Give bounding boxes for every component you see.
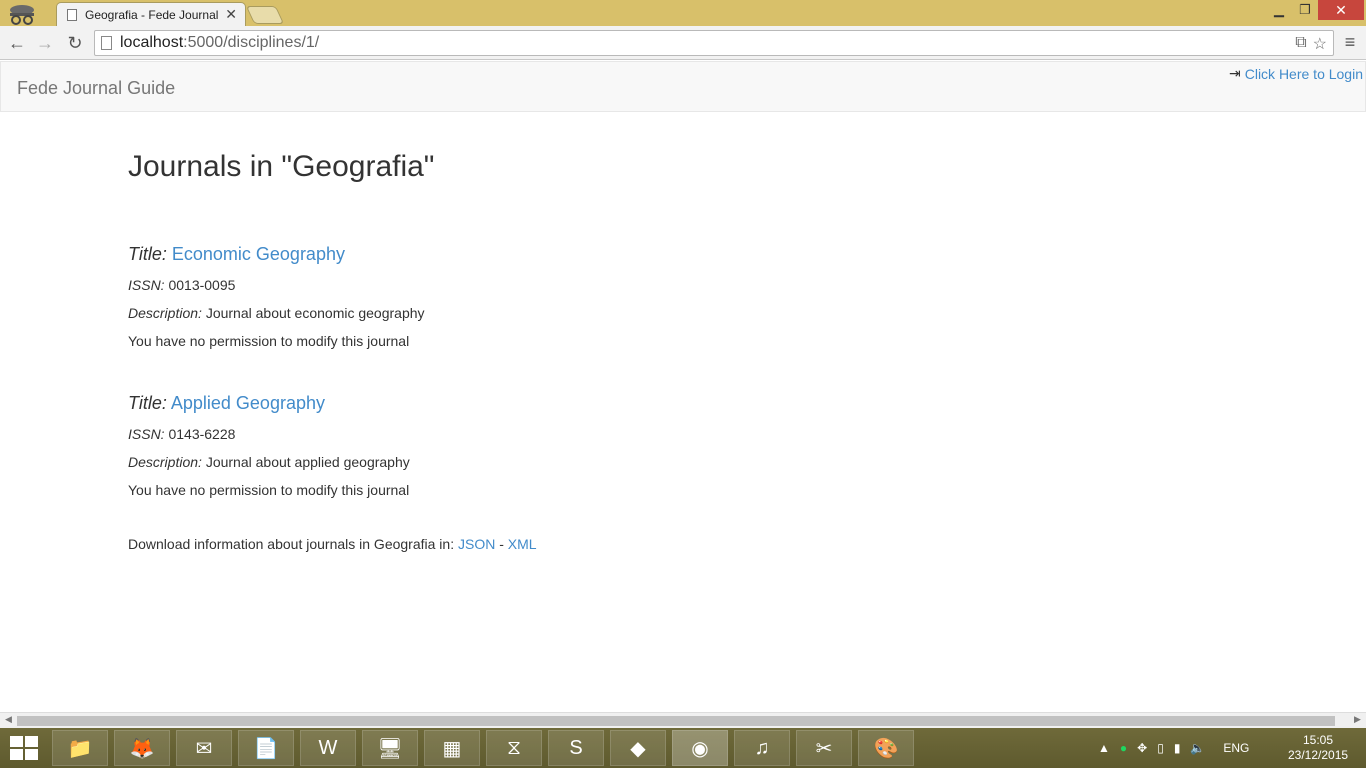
show-hidden-icons-icon[interactable]: ▲ (1098, 741, 1110, 755)
input-language[interactable]: ENG (1223, 741, 1249, 755)
incognito-icon (4, 1, 40, 25)
window-close-button[interactable]: ✕ (1318, 0, 1364, 20)
download-text: Download information about journals in G… (128, 536, 455, 552)
scroll-right-icon[interactable]: ▶ (1354, 714, 1361, 725)
firefox-icon[interactable]: 🦊 (114, 730, 170, 766)
issn-label: ISSN: (128, 426, 165, 442)
journal-permission-note: You have no permission to modify this jo… (128, 482, 410, 498)
journal-entry: Title: Economic Geography ISSN: 0013-009… (128, 244, 1028, 349)
download-xml-link[interactable]: XML (508, 536, 537, 552)
download-separator: - (499, 536, 504, 552)
page-title: Journals in "Geografia" (128, 150, 435, 183)
system-monitor-icon[interactable]: 🖥 (362, 730, 418, 766)
battery-icon[interactable]: ▯ (1157, 741, 1164, 755)
page-icon (101, 36, 112, 50)
new-tab-button[interactable] (245, 6, 285, 24)
back-arrow-icon[interactable]: ← (6, 32, 28, 54)
web-page: Fede Journal Guide ⇥ Click Here to Login… (0, 61, 1366, 712)
issn-label: ISSN: (128, 277, 165, 293)
browser-toolbar: ← → ↻ localhost:5000/disciplines/1/ ⧉ ☆ … (0, 26, 1366, 60)
browser-titlebar: Geografia - Fede Journal Guide ✕ ▁ ❐ ✕ (0, 0, 1366, 26)
journal-permission-note: You have no permission to modify this jo… (128, 333, 410, 349)
acrobat-icon[interactable]: ⧖ (486, 730, 542, 766)
url-host: localhost (120, 34, 184, 51)
spotify-icon[interactable]: ♫ (734, 730, 790, 766)
git-icon[interactable]: ◆ (610, 730, 666, 766)
snipping-tool-icon[interactable]: ✂ (796, 730, 852, 766)
document-editor-icon[interactable]: 📄 (238, 730, 294, 766)
network-signal-icon[interactable]: ▮ (1174, 741, 1181, 755)
title-label: Title: (128, 393, 167, 413)
journal-entry: Title: Applied Geography ISSN: 0143-6228… (128, 393, 1028, 498)
site-brand[interactable]: Fede Journal Guide (17, 78, 175, 99)
download-json-link[interactable]: JSON (458, 536, 495, 552)
title-label: Title: (128, 244, 167, 264)
journal-description-line: Description: Journal about economic geog… (128, 305, 1028, 321)
journal-title-line: Title: Applied Geography (128, 393, 1028, 414)
dropbox-tray-icon[interactable]: ✥ (1137, 741, 1147, 755)
address-bar[interactable]: localhost:5000/disciplines/1/ ⧉ ☆ (94, 30, 1334, 56)
journal-title-line: Title: Economic Geography (128, 244, 1028, 265)
site-navbar: Fede Journal Guide ⇥ Click Here to Login (0, 61, 1366, 112)
windows-start-icon[interactable] (10, 736, 38, 760)
reload-icon[interactable]: ↻ (64, 32, 86, 54)
spotify-tray-icon[interactable]: ● (1120, 741, 1127, 755)
login-link[interactable]: ⇥ Click Here to Login (1229, 65, 1363, 82)
word-icon[interactable]: W (300, 730, 356, 766)
menu-icon[interactable]: ≡ (1340, 32, 1360, 52)
description-label: Description: (128, 305, 202, 321)
journal-issn-line: ISSN: 0143-6228 (128, 426, 1028, 442)
clock-date: 23/12/2015 (1288, 748, 1349, 762)
journal-issn: 0143-6228 (168, 426, 236, 442)
journal-issn: 0013-0095 (168, 277, 236, 293)
journal-description: Journal about applied geography (205, 454, 410, 470)
scroll-left-icon[interactable]: ◀ (5, 714, 12, 725)
page-icon (67, 8, 77, 21)
horizontal-scrollbar[interactable]: ◀ ▶ (0, 712, 1366, 728)
system-tray: ▲ ● ✥ ▯ ▮ 🔈 ENG (1098, 728, 1249, 768)
journal-description: Journal about economic geography (205, 305, 425, 321)
journal-title-link[interactable]: Economic Geography (172, 244, 345, 264)
translate-icon[interactable]: ⧉ (1295, 34, 1306, 54)
scrollbar-thumb[interactable] (17, 716, 1335, 726)
login-icon: ⇥ (1228, 65, 1241, 81)
bookmark-star-icon[interactable]: ☆ (1313, 34, 1327, 54)
tab-title: Geografia - Fede Journal Guide (85, 7, 219, 22)
download-line: Download information about journals in G… (128, 536, 537, 552)
file-explorer-icon[interactable]: 📁 (52, 730, 108, 766)
url-path: :5000/disciplines/1/ (183, 34, 320, 51)
journal-title-link[interactable]: Applied Geography (171, 393, 325, 413)
sublime-text-icon[interactable]: S (548, 730, 604, 766)
minimize-button[interactable]: ▁ (1266, 0, 1292, 20)
journal-issn-line: ISSN: 0013-0095 (128, 277, 1028, 293)
journal-description-line: Description: Journal about applied geogr… (128, 454, 1028, 470)
windows-taskbar: 📁 🦊 ✉ 📄 W 🖥 ▦ ⧖ S ◆ ◉ ♫ ✂ 🎨 ▲ ● ✥ ▯ ▮ 🔈 … (0, 728, 1366, 768)
paint-icon[interactable]: 🎨 (858, 730, 914, 766)
maximize-button[interactable]: ❐ (1292, 0, 1318, 20)
login-label: Click Here to Login (1244, 65, 1363, 82)
taskbar-clock[interactable]: 15:05 23/12/2015 (1288, 733, 1348, 763)
volume-icon[interactable]: 🔈 (1190, 741, 1205, 755)
thunderbird-icon[interactable]: ✉ (176, 730, 232, 766)
close-tab-icon[interactable]: ✕ (225, 6, 237, 23)
description-label: Description: (128, 454, 202, 470)
browser-tab[interactable]: Geografia - Fede Journal Guide ✕ (56, 2, 246, 26)
chrome-icon[interactable]: ◉ (672, 730, 728, 766)
clock-time: 15:05 (1302, 733, 1334, 747)
forward-arrow-icon[interactable]: → (34, 32, 56, 54)
calculator-icon[interactable]: ▦ (424, 730, 480, 766)
